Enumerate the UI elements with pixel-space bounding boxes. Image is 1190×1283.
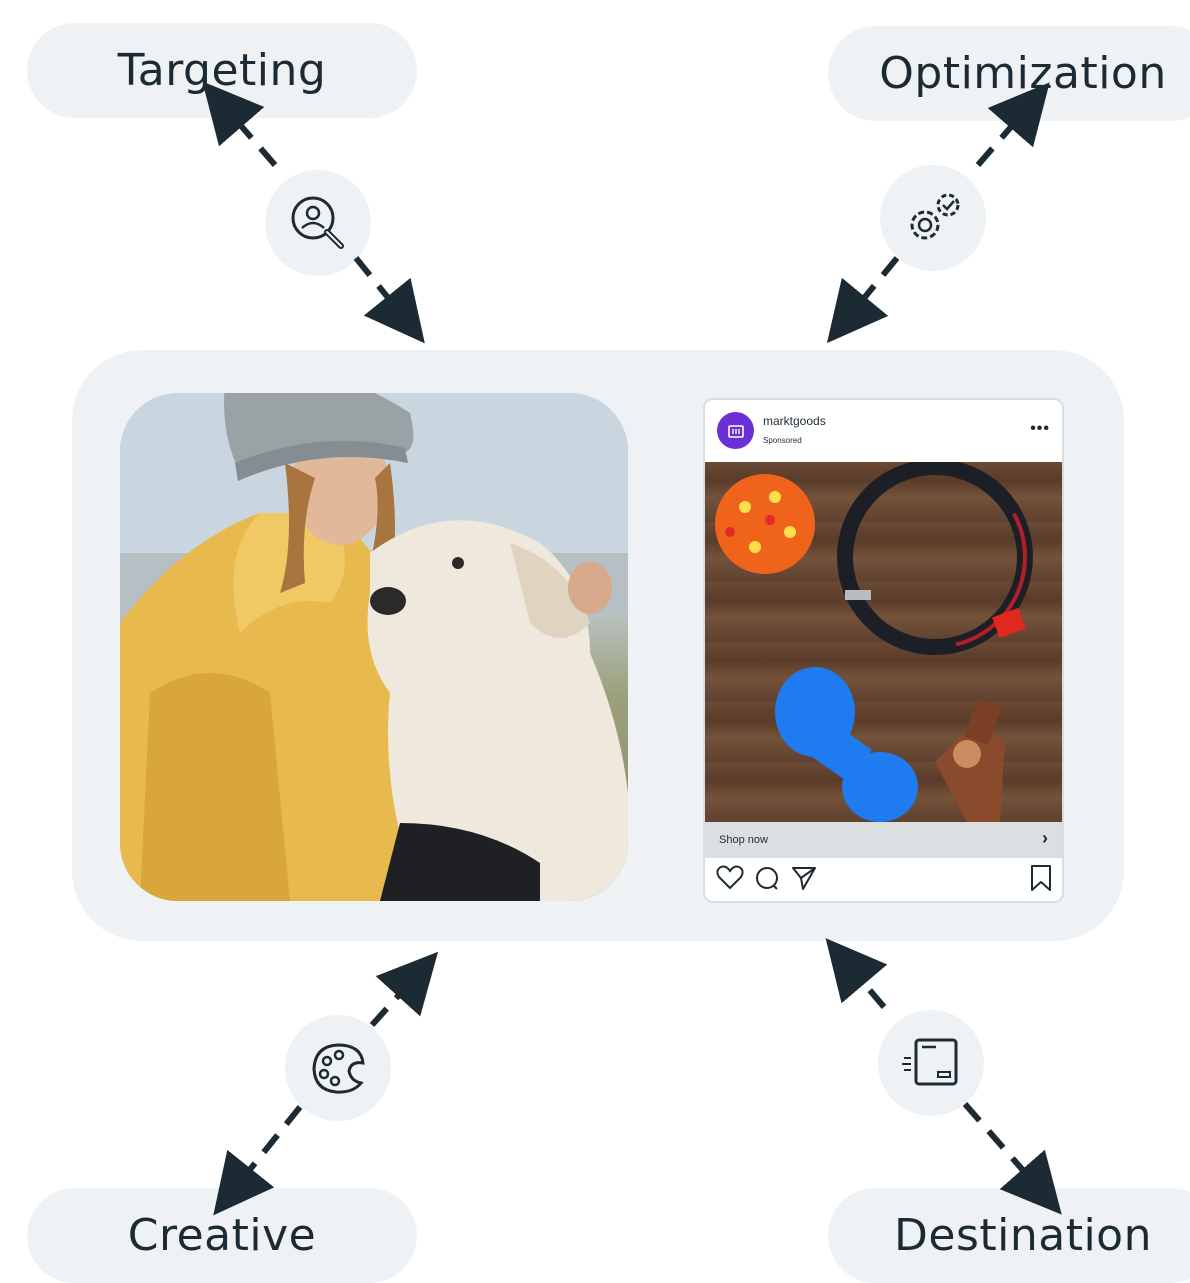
arrow-creative-to-panel — [369, 951, 439, 1028]
share-icon[interactable] — [792, 867, 816, 890]
photo-illustration — [120, 393, 628, 901]
creative-icon-badge — [285, 1015, 391, 1121]
optimization-label: Optimization — [828, 26, 1190, 121]
arrow-to-destination — [962, 1102, 1062, 1215]
bookmark-icon[interactable] — [1031, 865, 1051, 891]
arrow-targeting-to-panel — [353, 256, 425, 344]
arrow-optimization-to-panel — [826, 256, 900, 344]
search-person-icon — [291, 196, 344, 249]
comment-icon[interactable] — [756, 867, 778, 890]
shop-now-label: Shop now — [719, 834, 768, 846]
shop-now-bar[interactable]: Shop now › — [705, 822, 1062, 858]
arrow-to-creative — [213, 1105, 303, 1216]
account-avatar[interactable] — [717, 412, 754, 449]
palette-icon — [312, 1043, 365, 1094]
browser-window-icon — [902, 1038, 958, 1086]
creative-label: Creative — [27, 1188, 417, 1283]
more-options-icon[interactable]: ••• — [1030, 420, 1050, 438]
pet-products-illustration — [715, 459, 1033, 822]
store-logo-icon — [727, 424, 744, 438]
product-photo[interactable] — [705, 459, 1062, 822]
targeting-label: Targeting — [27, 23, 417, 118]
sponsored-post-card[interactable]: marktgoods Sponsored ••• Shop now › — [703, 398, 1064, 903]
chevron-right-icon: › — [1042, 828, 1048, 848]
account-name[interactable]: marktgoods — [763, 414, 826, 428]
gears-icon — [910, 193, 960, 240]
sponsored-label: Sponsored — [763, 436, 802, 445]
post-action-icons — [716, 865, 1051, 891]
destination-label: Destination — [828, 1188, 1190, 1283]
woman-with-dog-photo — [120, 393, 628, 901]
post-actions — [705, 858, 1062, 901]
arrow-destination-to-panel — [825, 938, 888, 1009]
destination-icon-badge — [878, 1010, 984, 1116]
heart-icon[interactable] — [716, 865, 744, 890]
optimization-icon-badge — [880, 165, 986, 271]
targeting-icon-badge — [265, 170, 371, 276]
post-header: marktgoods Sponsored ••• — [705, 400, 1062, 462]
